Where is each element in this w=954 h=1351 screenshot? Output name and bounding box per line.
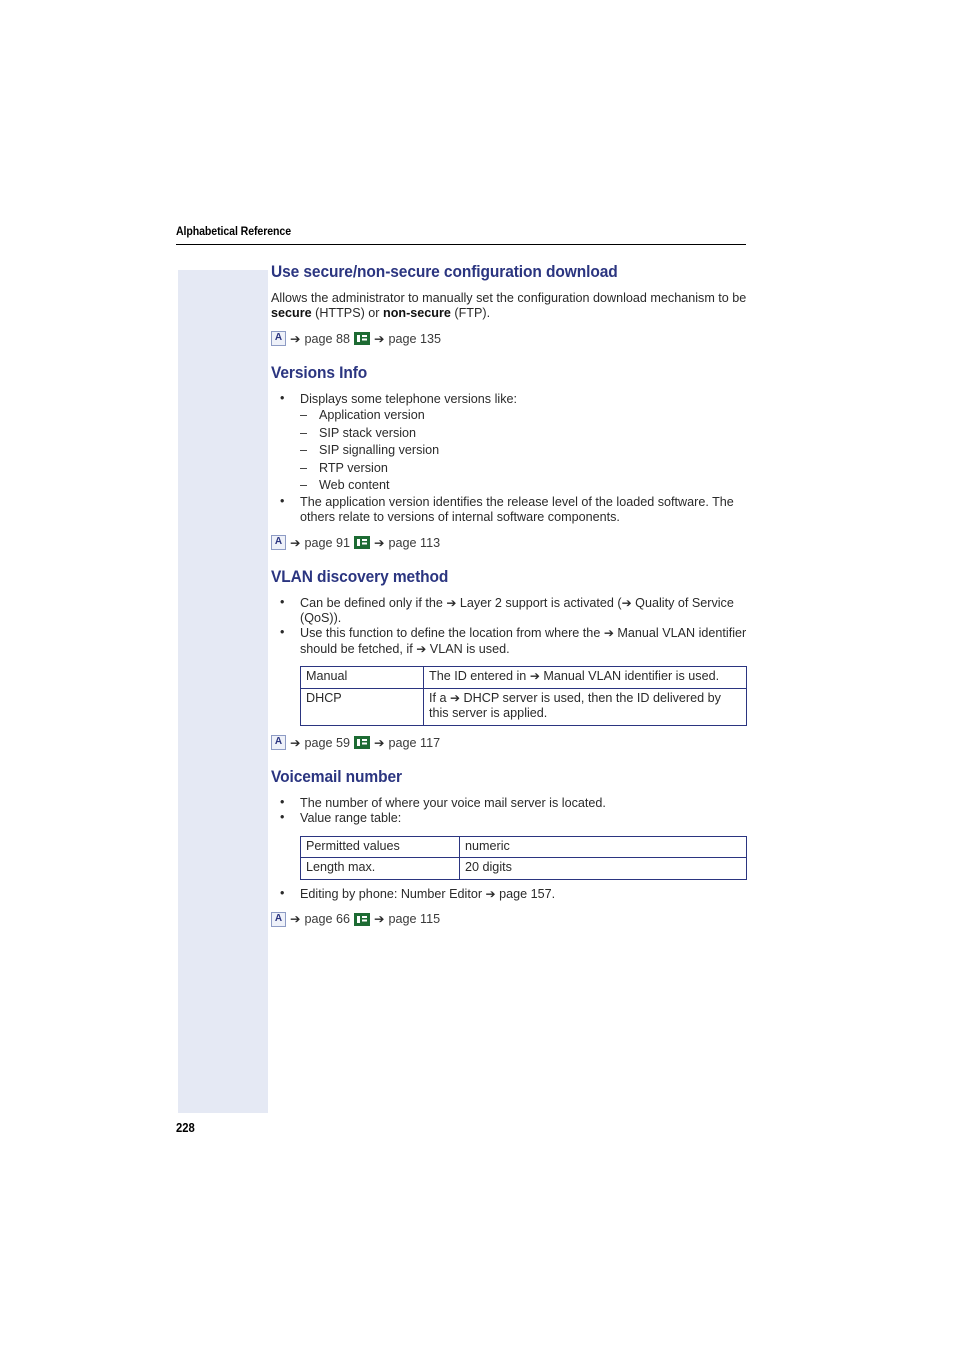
list-item: Web content xyxy=(300,477,749,495)
admin-manual-icon: A xyxy=(271,535,286,551)
xref-admin-page-link[interactable]: page 59 xyxy=(304,735,350,751)
arrow-icon: ➔ xyxy=(450,690,461,705)
list-item: Editing by phone: Number Editor ➔ page 1… xyxy=(271,886,749,902)
chapter-side-tab xyxy=(178,270,268,1113)
bullet-text-part-1: Can be defined only if the xyxy=(300,595,447,610)
xref-versions-info: A ➔ page 91 ➔ page 113 xyxy=(271,535,749,551)
web-interface-icon xyxy=(354,536,371,550)
xref-web-page-link[interactable]: page 113 xyxy=(389,535,441,551)
table-row: Manual The ID entered in ➔ Manual VLAN i… xyxy=(300,666,747,689)
cell-text-pre: If a xyxy=(429,690,450,705)
paragraph-part-2: (HTTPS) or xyxy=(311,306,383,321)
xref-admin-page-link[interactable]: page 66 xyxy=(304,911,350,927)
paragraph-part-1: Allows the administrator to manually set… xyxy=(271,291,747,305)
arrow-icon: ➔ xyxy=(603,626,614,641)
xref-web-page-link[interactable]: page 117 xyxy=(389,735,441,751)
list-item: Use this function to define the location… xyxy=(271,625,749,657)
arrow-icon: ➔ xyxy=(374,734,385,750)
bullet-text: Displays some telephone versions like: xyxy=(300,391,517,406)
bullet-text-post: page 157. xyxy=(495,886,556,901)
arrow-icon: ➔ xyxy=(290,330,301,346)
paragraph-bold-non-secure: non-secure xyxy=(383,306,451,321)
versions-info-sub-list: Application version SIP stack version SI… xyxy=(300,407,749,495)
arrow-icon: ➔ xyxy=(416,641,427,656)
list-item: RTP version xyxy=(300,460,749,478)
arrow-icon: ➔ xyxy=(374,330,385,346)
list-item: SIP stack version xyxy=(300,425,749,443)
list-item: Displays some telephone versions like: A… xyxy=(271,391,749,495)
list-item: The number of where your voice mail serv… xyxy=(271,795,749,811)
arrow-icon: ➔ xyxy=(446,595,457,610)
voicemail-editing-list: Editing by phone: Number Editor ➔ page 1… xyxy=(271,886,749,902)
xref-vlan-discovery: A ➔ page 59 ➔ page 117 xyxy=(271,735,749,751)
table-cell-key: Permitted values xyxy=(300,835,460,859)
admin-manual-icon: A xyxy=(271,331,286,347)
running-header: Alphabetical Reference xyxy=(176,225,746,245)
table-cell-value: The ID entered in ➔ Manual VLAN identifi… xyxy=(423,666,747,689)
table-cell-value: If a ➔ DHCP server is used, then the ID … xyxy=(423,687,747,726)
table-row: Permitted values numeric xyxy=(300,835,747,859)
vlan-discovery-table: Manual The ID entered in ➔ Manual VLAN i… xyxy=(300,666,747,726)
web-interface-icon xyxy=(354,912,371,926)
list-item: Can be defined only if the ➔ Layer 2 sup… xyxy=(271,595,749,627)
versions-info-bullet-list: Displays some telephone versions like: A… xyxy=(271,391,749,526)
web-interface-icon xyxy=(354,736,371,750)
admin-manual-icon: A xyxy=(271,911,286,927)
table-row: Length max. 20 digits xyxy=(300,857,747,880)
bullet-text-part-3: VLAN is used. xyxy=(426,641,510,656)
xref-use-secure: A ➔ page 88 ➔ page 135 xyxy=(271,331,749,347)
list-item: SIP signalling version xyxy=(300,442,749,460)
xref-web-page-link[interactable]: page 135 xyxy=(389,331,442,347)
xref-voicemail-number: A ➔ page 66 ➔ page 115 xyxy=(271,911,749,927)
arrow-icon: ➔ xyxy=(485,886,496,901)
section-paragraph-use-secure: Allows the administrator to manually set… xyxy=(271,291,749,322)
bullet-text-part-2: Layer 2 support is activated ( xyxy=(456,595,622,610)
list-item: Value range table: xyxy=(271,810,749,826)
cell-text-pre: The ID entered in xyxy=(429,669,530,684)
table-cell-value: 20 digits xyxy=(459,857,747,880)
cell-text-post: Manual VLAN identifier is used. xyxy=(539,669,720,684)
voicemail-value-range-table: Permitted values numeric Length max. 20 … xyxy=(300,835,747,880)
section-title-versions-info: Versions Info xyxy=(271,363,368,382)
list-item: The application version identifies the r… xyxy=(271,494,749,526)
content-column: Use secure/non-secure configuration down… xyxy=(271,262,749,927)
vlan-bullet-list: Can be defined only if the ➔ Layer 2 sup… xyxy=(271,595,749,658)
cell-text-post: DHCP server is used, then the ID deliver… xyxy=(429,690,721,721)
list-item: Application version xyxy=(300,407,749,425)
xref-web-page-link[interactable]: page 115 xyxy=(389,911,441,927)
xref-admin-page-link[interactable]: page 88 xyxy=(304,331,350,347)
arrow-icon: ➔ xyxy=(374,534,385,550)
document-page: Alphabetical Reference Use secure/non-se… xyxy=(0,0,954,1351)
arrow-icon: ➔ xyxy=(290,911,301,927)
page-number: 228 xyxy=(176,1121,195,1135)
admin-manual-icon: A xyxy=(271,735,286,751)
section-title-voicemail-number: Voicemail number xyxy=(271,767,402,786)
arrow-icon: ➔ xyxy=(529,669,540,684)
table-cell-key: DHCP xyxy=(300,687,424,726)
bullet-text-part-1: Use this function to define the location… xyxy=(300,626,604,641)
arrow-icon: ➔ xyxy=(621,595,632,610)
web-interface-icon xyxy=(354,332,371,346)
section-title-vlan-discovery: VLAN discovery method xyxy=(271,567,449,586)
table-cell-key: Manual xyxy=(300,666,424,689)
bullet-text-pre: Editing by phone: Number Editor xyxy=(300,886,486,901)
paragraph-bold-secure: secure xyxy=(271,306,312,321)
voicemail-bullet-list: The number of where your voice mail serv… xyxy=(271,795,749,827)
paragraph-part-3: (FTP). xyxy=(450,306,491,321)
section-title-use-secure: Use secure/non-secure configuration down… xyxy=(271,263,618,281)
table-cell-value: numeric xyxy=(459,835,747,859)
running-header-title: Alphabetical Reference xyxy=(176,226,291,238)
arrow-icon: ➔ xyxy=(290,534,301,550)
xref-admin-page-link[interactable]: page 91 xyxy=(304,535,350,551)
arrow-icon: ➔ xyxy=(290,734,301,750)
arrow-icon: ➔ xyxy=(374,911,385,927)
header-rule xyxy=(176,244,746,245)
table-row: DHCP If a ➔ DHCP server is used, then th… xyxy=(300,687,747,726)
table-cell-key: Length max. xyxy=(300,857,460,880)
